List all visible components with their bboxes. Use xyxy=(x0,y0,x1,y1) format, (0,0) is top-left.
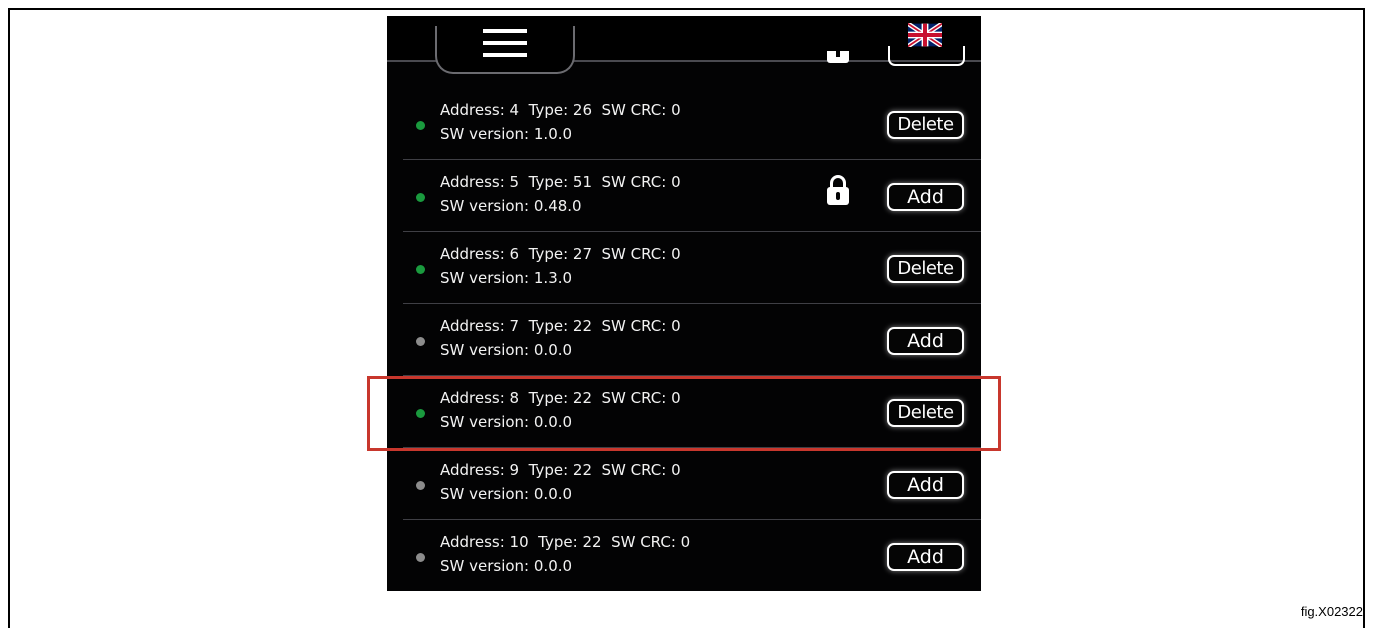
list-item: Address: 10 Type: 22 SW CRC: 0 SW versio… xyxy=(403,520,981,591)
version-line: SW version: 0.0.0 xyxy=(440,485,573,503)
status-dot-icon xyxy=(416,193,425,202)
figure-caption: fig.X02322 xyxy=(1300,604,1363,619)
delete-button[interactable]: Delete xyxy=(887,255,964,283)
device-list: Address: 4 Type: 26 SW CRC: 0 SW version… xyxy=(387,16,981,591)
list-item: Address: 5 Type: 51 SW CRC: 0 SW version… xyxy=(403,160,981,232)
add-button[interactable]: Add xyxy=(887,543,964,571)
version-line: SW version: 1.0.0 xyxy=(440,125,573,143)
uk-flag-icon[interactable] xyxy=(908,23,942,47)
version-line: SW version: 0.0.0 xyxy=(440,341,573,359)
list-item: Address: 7 Type: 22 SW CRC: 0 SW version… xyxy=(403,304,981,376)
address-line: Address: 10 Type: 22 SW CRC: 0 xyxy=(440,533,691,551)
add-button[interactable]: Add xyxy=(887,471,964,499)
add-button-partial[interactable] xyxy=(888,46,965,66)
highlight-box xyxy=(367,376,1001,451)
status-dot-icon xyxy=(416,481,425,490)
address-line: Address: 9 Type: 22 SW CRC: 0 xyxy=(440,461,681,479)
list-item: Address: 6 Type: 27 SW CRC: 0 SW version… xyxy=(403,232,981,304)
address-line: Address: 5 Type: 51 SW CRC: 0 xyxy=(440,173,681,191)
add-button[interactable]: Add xyxy=(887,327,964,355)
address-line: Address: 7 Type: 22 SW CRC: 0 xyxy=(440,317,681,335)
status-dot-icon xyxy=(416,121,425,130)
status-dot-icon xyxy=(416,337,425,346)
address-line: Address: 6 Type: 27 SW CRC: 0 xyxy=(440,245,681,263)
version-line: SW version: 0.48.0 xyxy=(440,197,582,215)
tab-divider xyxy=(387,60,439,62)
hamburger-menu-icon[interactable] xyxy=(483,29,527,59)
list-item: Address: 4 Type: 26 SW CRC: 0 SW version… xyxy=(403,88,981,160)
list-item: Address: 9 Type: 22 SW CRC: 0 SW version… xyxy=(403,448,981,520)
delete-button[interactable]: Delete xyxy=(887,111,964,139)
version-line: SW version: 0.0.0 xyxy=(440,557,573,575)
status-dot-icon xyxy=(416,265,425,274)
status-dot-icon xyxy=(416,553,425,562)
lock-icon xyxy=(827,51,849,63)
version-line: SW version: 1.3.0 xyxy=(440,269,573,287)
address-line: Address: 4 Type: 26 SW CRC: 0 xyxy=(440,101,681,119)
device-screen: Address: 4 Type: 26 SW CRC: 0 SW version… xyxy=(387,16,981,591)
add-button[interactable]: Add xyxy=(887,183,964,211)
lock-icon xyxy=(827,175,849,205)
